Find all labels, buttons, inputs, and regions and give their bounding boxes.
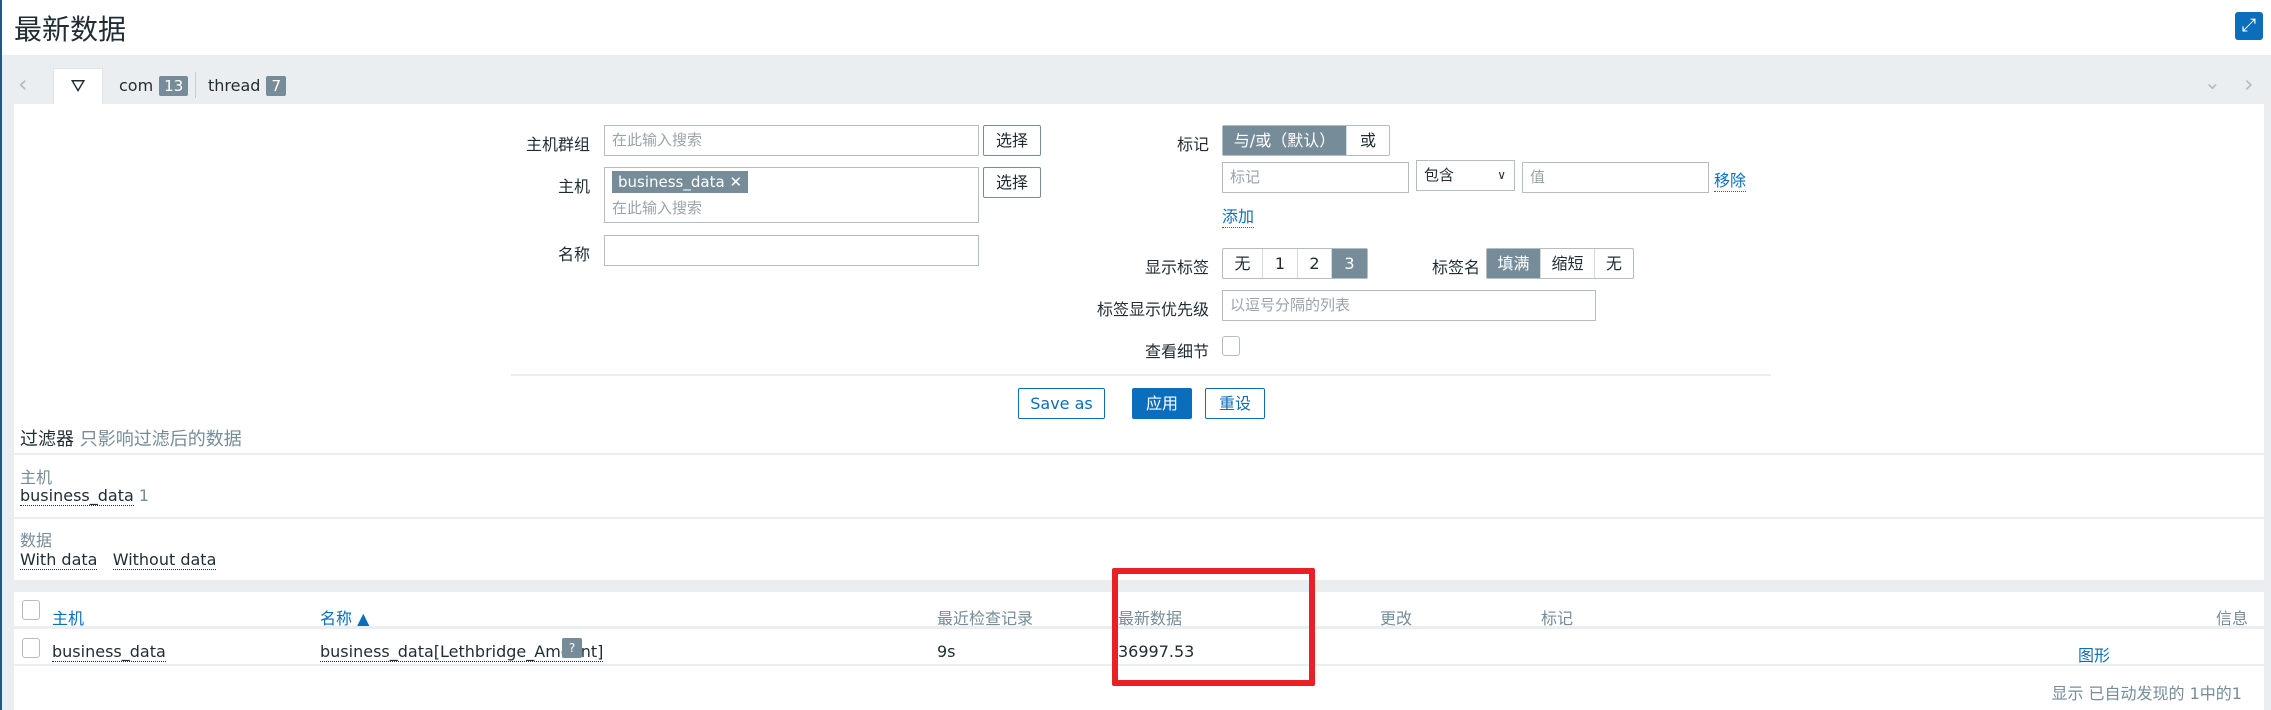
host-groups-select-button[interactable]: 选择 [983,125,1041,156]
tab-filter[interactable]: ⛛ [53,68,103,104]
show-details-checkbox[interactable] [1222,336,1240,356]
tag-priority-input[interactable]: 以逗号分隔的列表 [1222,290,1596,321]
tag-name-short[interactable]: 缩短 [1541,249,1595,278]
show-tags-toggle: 无 1 2 3 [1222,248,1368,279]
highlight-box [1112,568,1315,686]
show-details-label: 查看细节 [1144,342,1209,361]
count-badge: 13 [159,76,189,96]
remove-tag-link[interactable]: 移除 [1714,167,1747,192]
mode-or[interactable]: 或 [1347,126,1389,155]
row-last-check: 9s [937,642,956,661]
subfilter-host-label: 主机 [20,468,53,487]
hosts-placeholder: 在此输入搜索 [612,199,703,217]
without-data-link[interactable]: Without data [112,550,217,570]
fullscreen-button[interactable]: ⤢ [2235,12,2263,40]
tag-name-none[interactable]: 无 [1595,249,1633,278]
page-title: 最新数据 [14,13,127,46]
divider [14,517,2264,519]
row-checkbox[interactable] [22,638,40,658]
host-groups-label: 主机群组 [525,135,590,154]
close-icon[interactable]: ✕ [729,173,742,191]
name-label: 名称 [557,245,590,264]
tab-thread[interactable]: thread 7 [208,68,286,104]
hosts-select-button[interactable]: 选择 [983,167,1041,198]
with-data-link[interactable]: With data [20,550,98,570]
tab-next-icon[interactable]: › [2244,70,2254,98]
tag-name-input[interactable]: 标记 [1222,162,1409,193]
chevron-down-icon: ∨ [1497,168,1506,182]
host-chip: business_data ✕ [612,171,749,193]
chevron-down-icon[interactable]: ⌄ [2204,70,2221,94]
mode-and-or[interactable]: 与/或（默认） [1223,126,1347,155]
apply-button[interactable]: 应用 [1132,388,1192,419]
tab-prev-icon[interactable]: ‹ [18,70,28,98]
add-tag-link[interactable]: 添加 [1222,203,1255,228]
tag-name-label: 标签名 [1431,258,1480,277]
tag-name-toggle: 填满 缩短 无 [1486,248,1634,279]
expand-icon: ⤢ [2241,15,2257,36]
divider [14,453,2264,455]
table-footer: 显示 已自动发现的 1中的1 [2051,684,2242,703]
tag-priority-label: 标签显示优先级 [1096,300,1209,319]
tags-label: 标记 [1176,135,1209,154]
tab-divider [195,72,196,98]
funnel-icon: ⛛ [70,76,86,97]
name-input[interactable] [604,235,979,266]
save-as-button[interactable]: Save as [1018,388,1105,419]
show-tags-none[interactable]: 无 [1223,249,1263,278]
graph-link[interactable]: 图形 [2078,642,2110,666]
select-all-checkbox[interactable] [22,600,40,620]
hosts-input[interactable]: business_data ✕ 在此输入搜索 [604,167,979,223]
tags-mode-toggle: 与/或（默认） 或 [1222,125,1390,156]
show-tags-3[interactable]: 3 [1332,249,1367,278]
show-tags-1[interactable]: 1 [1263,249,1298,278]
tag-operator-select[interactable]: 包含 ∨ [1416,160,1515,191]
row-host-link[interactable]: business_data [52,642,166,662]
show-tags-2[interactable]: 2 [1298,249,1332,278]
reset-button[interactable]: 重设 [1205,388,1265,419]
hosts-label: 主机 [557,177,590,196]
divider [511,374,1771,376]
tag-value-input[interactable]: 值 [1522,162,1709,193]
subfilter-host-link[interactable]: business_data [20,486,134,506]
host-groups-input[interactable]: 在此输入搜索 [604,125,979,156]
row-item-name-link[interactable]: business_data[Lethbridge_Amount] [320,642,604,662]
show-tags-label: 显示标签 [1144,258,1209,277]
count-badge: 7 [266,76,286,96]
tag-name-full[interactable]: 填满 [1487,249,1541,278]
subfilter-data-label: 数据 [20,531,53,550]
subfilter-title: 过滤器 只影响过滤后的数据 [20,429,242,450]
tab-com[interactable]: com 13 [119,68,189,104]
help-icon[interactable]: ? [562,638,582,658]
